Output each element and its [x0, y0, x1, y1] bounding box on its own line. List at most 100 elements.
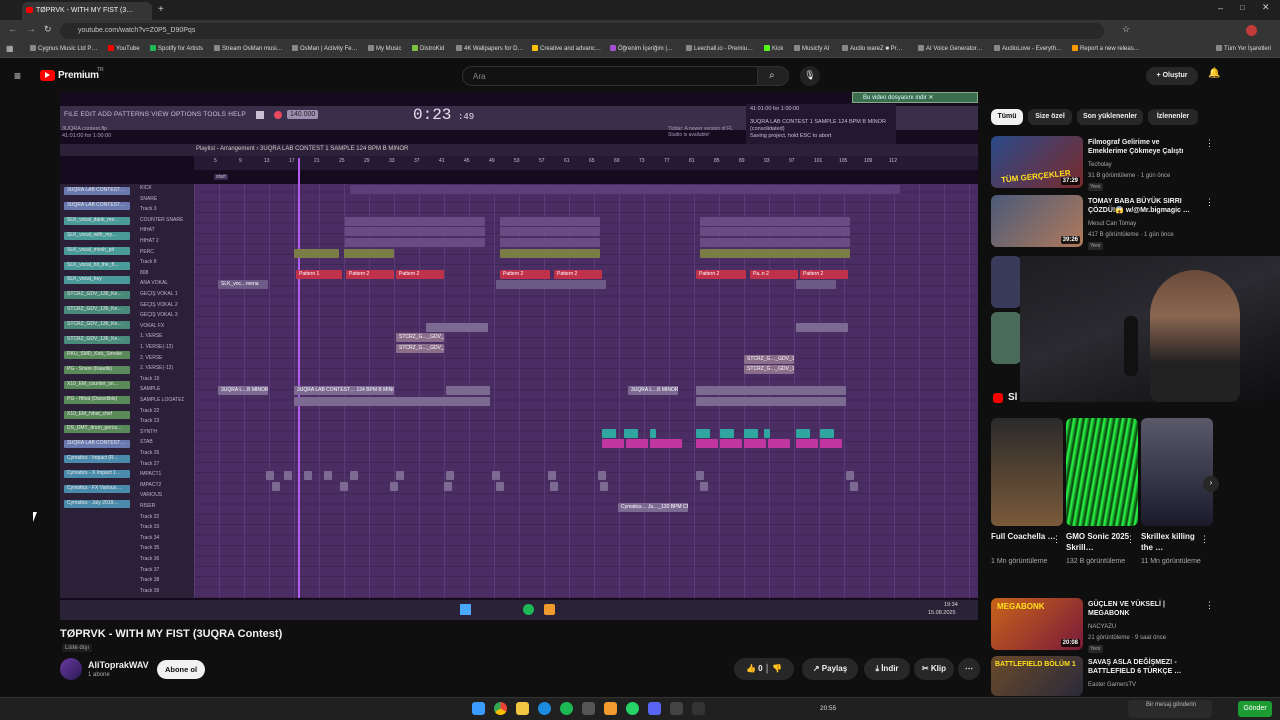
app-icon[interactable] [692, 702, 705, 715]
whatsapp-icon[interactable] [626, 702, 639, 715]
playlist-clip[interactable] [496, 280, 606, 290]
playlist-clip[interactable] [500, 216, 600, 226]
url-input[interactable]: youtube.com/watch?v=Z0P5_D90Pqs [60, 23, 1104, 39]
short-title[interactable]: Full Coachella … [991, 531, 1057, 542]
bookmark-item[interactable]: Kick [764, 45, 783, 52]
playlist-track-label[interactable]: KICK [140, 185, 184, 194]
playlist-clip[interactable] [820, 439, 842, 449]
more-options-icon[interactable]: ⋮ [1205, 197, 1214, 208]
playlist-track-label[interactable]: Track 33 [140, 524, 184, 533]
playlist-clip[interactable] [396, 471, 404, 481]
bookmark-item[interactable]: Report a new releas… [1072, 45, 1140, 52]
playlist-clip[interactable] [324, 471, 332, 481]
playlist-clip[interactable] [650, 428, 656, 438]
playlist-clip[interactable]: Pattern 1 [296, 269, 342, 279]
channel-button[interactable]: PG - Snare (Kaadik) [64, 365, 130, 374]
chat-notify[interactable]: Bir mesaj gönderin [1128, 700, 1212, 718]
playlist-track-label[interactable]: Track 23 [140, 418, 184, 427]
video-thumbnail[interactable] [991, 256, 1021, 308]
mic-icon[interactable]: 🎙 [800, 66, 820, 86]
clip-button[interactable]: ✂ Klip [914, 658, 954, 680]
bookmark-item[interactable]: Öğrenim İçeriğim |… [610, 45, 673, 52]
channel-button[interactable]: DS_DMT_drum_perca… [64, 425, 130, 434]
playlist-track-label[interactable]: Track 38 [140, 577, 184, 586]
channel-button[interactable]: SLK_vocal_mesh_pit [64, 246, 130, 255]
channel-button[interactable]: 3UQRA LAB CONTEST… [64, 440, 130, 449]
playlist-clip[interactable] [340, 481, 348, 491]
like-button[interactable]: 👍 0 │ 👎 [734, 658, 794, 680]
playlist-clip[interactable] [550, 481, 558, 491]
playlist-clip[interactable] [700, 238, 850, 247]
playlist-track-label[interactable]: IMPACT2 [140, 482, 184, 491]
playlist-clip[interactable] [294, 248, 339, 258]
bookmark-item[interactable]: Stream OsMan musi… [214, 45, 283, 52]
browser-tab[interactable]: TØPRVK - WITH MY FIST (3… [22, 2, 152, 20]
bookmark-item[interactable]: AudioLove - Everyth… [994, 45, 1062, 52]
playlist-track-label[interactable]: RISER [140, 503, 184, 512]
chip-for-you[interactable]: Size özel [1028, 109, 1072, 125]
back-icon[interactable]: ← [8, 24, 18, 35]
short-title[interactable]: GMO Sonic 2025 Skrill… [1066, 531, 1132, 553]
more-options-icon[interactable]: ⋮ [1052, 534, 1061, 545]
playlist-clip[interactable] [446, 471, 454, 481]
playlist-track-label[interactable]: VOKAL FX [140, 323, 184, 332]
fl-studio-icon[interactable] [604, 702, 617, 715]
share-button[interactable]: ↗ Paylaş [802, 658, 858, 680]
playlist-track-label[interactable]: 1. VERSE [140, 333, 184, 342]
playlist-clip[interactable]: SLK_voc…mena [218, 280, 268, 290]
channel-button[interactable]: RKU_SMD_Kick_Smoke [64, 350, 130, 359]
playlist-track-label[interactable]: 1. VERSE(-12) [140, 344, 184, 353]
playlist-clip[interactable] [266, 471, 274, 481]
playlist-clip[interactable]: Pattern 2 [696, 269, 746, 279]
bookmark-item[interactable]: My Music [368, 45, 401, 52]
menu-icon[interactable]: ≡ [14, 69, 21, 83]
short-title[interactable]: Skrillex killing the … [1141, 531, 1207, 553]
playlist-clip[interactable] [744, 428, 758, 438]
playlist-track-label[interactable]: HIHAT [140, 227, 184, 236]
more-actions-button[interactable]: ⋯ [958, 658, 980, 680]
channel-name[interactable]: AliToprakWAV [88, 660, 149, 670]
short-thumbnail[interactable] [991, 418, 1063, 526]
reload-icon[interactable]: ↻ [44, 24, 52, 35]
video-channel[interactable]: Techolay [1088, 161, 1208, 169]
new-tab-button[interactable]: + [158, 4, 164, 15]
playlist-clip[interactable] [446, 386, 490, 396]
playlist-clip[interactable] [700, 227, 850, 237]
chrome-icon[interactable] [494, 702, 507, 715]
bookmark-item[interactable]: Cygnus Music Ltd P… [30, 45, 97, 52]
playlist-clip[interactable]: STCRZ_G…_GDV_138 [396, 344, 444, 353]
playlist-clip[interactable]: Cymatics… Ju…_130 BPM CB [618, 503, 688, 512]
playlist-clip[interactable] [850, 481, 858, 491]
playlist-clip[interactable] [426, 322, 488, 332]
fl-menu[interactable]: FILE EDIT ADD PATTERNS VIEW OPTIONS TOOL… [64, 111, 246, 118]
playlist-clip[interactable] [496, 481, 504, 491]
playlist-clip[interactable] [548, 471, 556, 481]
video-title[interactable]: TOMAY BABA BÜYÜK SIRRI ÇÖZDÜ!😱 w/@Mr.big… [1088, 197, 1198, 215]
playlist-track-label[interactable]: Track 36 [140, 556, 184, 565]
playlist-clip[interactable]: Pattern 2 [500, 269, 550, 279]
edge-icon[interactable] [538, 702, 551, 715]
bookmark-item[interactable]: Musicfy AI [794, 45, 829, 52]
more-options-icon[interactable]: ⋮ [1126, 534, 1135, 545]
more-options-icon[interactable]: ⋮ [1200, 534, 1209, 545]
apps-icon[interactable]: ▦ [6, 44, 14, 53]
playlist-clip[interactable] [284, 471, 292, 481]
playlist-clip[interactable] [500, 185, 700, 194]
playlist-track-label[interactable]: STAB [140, 439, 184, 448]
playlist-track-label[interactable]: Track 37 [140, 567, 184, 576]
notifications-icon[interactable]: 🔔 [1208, 68, 1220, 79]
bookmark-item[interactable]: Spotify for Artists [150, 45, 203, 52]
playlist-clip[interactable] [602, 439, 624, 449]
video-title[interactable]: Filmograf Gelirime ve Emeklerime Çökmeye… [1088, 138, 1198, 156]
playlist-clip[interactable] [344, 248, 394, 258]
app-icon[interactable] [670, 702, 683, 715]
more-options-icon[interactable]: ⋮ [1205, 600, 1214, 611]
all-bookmarks[interactable]: Tüm Yer İşaretleri [1216, 45, 1271, 52]
video-channel[interactable]: Mesut Can Tomay [1088, 220, 1208, 228]
playlist-clip[interactable] [700, 481, 708, 491]
playlist-clip[interactable] [345, 238, 485, 247]
chip-all[interactable]: Tümü [991, 109, 1023, 125]
bookmark-item[interactable]: Audio wareZ ■ Pr… [842, 45, 903, 52]
playlist-clip[interactable] [500, 248, 600, 258]
channel-button[interactable]: Cymatics - Impact (R… [64, 455, 130, 464]
